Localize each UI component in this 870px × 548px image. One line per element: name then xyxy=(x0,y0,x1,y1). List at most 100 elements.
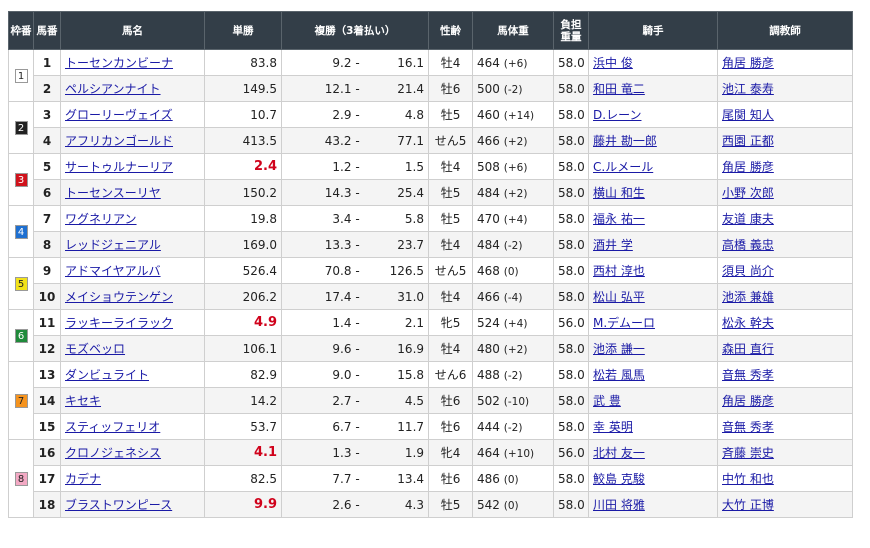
horse-link[interactable]: グローリーヴェイズ xyxy=(65,108,173,122)
trainer-link[interactable]: 中竹 和也 xyxy=(722,472,774,486)
trainer-link[interactable]: 音無 秀孝 xyxy=(722,368,774,382)
jockey-link[interactable]: 西村 淳也 xyxy=(593,264,645,278)
win-odds-cell: 9.9 xyxy=(204,491,282,518)
table-body: 1 1 トーセンカンビーナ 83.8 9.2-16.1 牡4 464 (+6) 58.0 浜中 … xyxy=(8,49,854,518)
trainer-cell: 角居 勝彦 xyxy=(717,153,854,180)
horse-link[interactable]: キセキ xyxy=(65,394,101,408)
jockey-link[interactable]: 酒井 学 xyxy=(593,238,633,252)
jockey-link[interactable]: 北村 友一 xyxy=(593,446,645,460)
place-odds-high: 77.1 xyxy=(361,127,430,154)
horse-link[interactable]: アドマイヤアルバ xyxy=(65,264,161,278)
horse-link[interactable]: トーセンカンビーナ xyxy=(65,56,173,70)
trainer-link[interactable]: 角居 勝彦 xyxy=(722,394,774,408)
trainer-link[interactable]: 高橋 義忠 xyxy=(722,238,774,252)
horse-link[interactable]: カデナ xyxy=(65,472,101,486)
jockey-link[interactable]: 松若 風馬 xyxy=(593,368,645,382)
place-odds-high: 31.0 xyxy=(361,283,430,310)
place-odds-high: 16.9 xyxy=(361,335,430,362)
win-odds-cell: 149.5 xyxy=(204,75,282,102)
header-burden-weight: 負担 重量 xyxy=(553,11,590,50)
trainer-link[interactable]: 須貝 尚介 xyxy=(722,264,774,278)
place-odds-separator: - xyxy=(353,257,362,284)
horse-link[interactable]: トーセンスーリヤ xyxy=(65,186,161,200)
win-odds-cell: 83.8 xyxy=(204,49,282,76)
horse-link[interactable]: ダンビュライト xyxy=(65,368,149,382)
burden-weight-cell: 58.0 xyxy=(553,205,590,232)
jockey-link[interactable]: 幸 英明 xyxy=(593,420,633,434)
burden-weight-cell: 58.0 xyxy=(553,465,590,492)
jockey-link[interactable]: 鮫島 克駿 xyxy=(593,472,645,486)
body-weight-cell: 470 (+4) xyxy=(472,205,555,232)
table-row: 2 3 グローリーヴェイズ 10.7 2.9-4.8 牡5 460 (+14) 58.0 D.レ… xyxy=(8,101,854,154)
win-odds-cell: 14.2 xyxy=(204,387,282,414)
body-weight: 542 xyxy=(477,497,500,512)
place-odds-separator: - xyxy=(353,75,362,102)
trainer-link[interactable]: 友道 康夫 xyxy=(722,212,774,226)
horse-link[interactable]: アフリカンゴールド xyxy=(65,134,173,148)
body-weight-cell: 484 (-2) xyxy=(472,231,555,258)
jockey-link[interactable]: 川田 将雅 xyxy=(593,498,645,512)
trainer-link[interactable]: 角居 勝彦 xyxy=(722,160,774,174)
trainer-link[interactable]: 池添 兼雄 xyxy=(722,290,774,304)
header-umaban: 馬番 xyxy=(33,11,61,50)
burden-weight-cell: 56.0 xyxy=(553,439,590,466)
jockey-link[interactable]: 和田 竜二 xyxy=(593,82,645,96)
jockey-link[interactable]: M.デムーロ xyxy=(593,316,655,330)
horse-cell: ラッキーライラック xyxy=(60,309,205,336)
horse-link[interactable]: ブラストワンピース xyxy=(65,498,172,512)
horse-link[interactable]: モズベッロ xyxy=(65,342,125,356)
waku-badge: 2 xyxy=(14,121,28,135)
trainer-link[interactable]: 尾関 知人 xyxy=(722,108,774,122)
jockey-link[interactable]: 松山 弘平 xyxy=(593,290,645,304)
trainer-link[interactable]: 音無 秀孝 xyxy=(722,420,774,434)
win-odds-cell: 4.1 xyxy=(204,439,282,466)
horse-link[interactable]: クロノジェネシス xyxy=(65,446,161,460)
jockey-link[interactable]: 浜中 俊 xyxy=(593,56,633,70)
win-odds: 19.8 xyxy=(250,211,277,226)
jockey-link[interactable]: 横山 和生 xyxy=(593,186,645,200)
jockey-cell: 横山 和生 xyxy=(588,179,719,206)
horse-link[interactable]: メイショウテンゲン xyxy=(65,290,173,304)
jockey-link[interactable]: D.レーン xyxy=(593,108,641,122)
body-weight-diff: (-2) xyxy=(503,83,523,96)
waku-badge: 8 xyxy=(14,472,28,486)
jockey-link[interactable]: 藤井 勘一郎 xyxy=(593,134,657,148)
trainer-link[interactable]: 小野 次郎 xyxy=(722,186,774,200)
trainer-link[interactable]: 松永 幹夫 xyxy=(722,316,774,330)
trainer-link[interactable]: 角居 勝彦 xyxy=(722,56,774,70)
win-odds-cell: 19.8 xyxy=(204,205,282,232)
trainer-link[interactable]: 斉藤 崇史 xyxy=(722,446,774,460)
horse-link[interactable]: ペルシアンナイト xyxy=(65,82,161,96)
horse-cell: グローリーヴェイズ xyxy=(60,101,205,128)
jockey-link[interactable]: C.ルメール xyxy=(593,160,653,174)
body-weight-diff: (+10) xyxy=(503,447,535,460)
trainer-cell: 音無 秀孝 xyxy=(717,413,854,440)
umaban-cell: 14 xyxy=(33,387,61,414)
body-weight-cell: 480 (+2) xyxy=(472,335,555,362)
place-odds-high: 25.4 xyxy=(361,179,430,206)
burden-weight-cell: 58.0 xyxy=(553,335,590,362)
horse-link[interactable]: ワグネリアン xyxy=(65,212,137,226)
waku-cell: 4 xyxy=(8,205,34,258)
umaban-cell: 6 xyxy=(33,179,61,206)
horse-link[interactable]: サートゥルナーリア xyxy=(65,160,173,174)
horse-link[interactable]: スティッフェリオ xyxy=(65,420,160,434)
jockey-link[interactable]: 武 豊 xyxy=(593,394,621,408)
place-odds-high: 4.8 xyxy=(361,101,430,128)
horse-link[interactable]: ラッキーライラック xyxy=(65,316,173,330)
jockey-link[interactable]: 池添 謙一 xyxy=(593,342,645,356)
body-weight-diff: (+2) xyxy=(503,343,528,356)
body-weight-cell: 500 (-2) xyxy=(472,75,555,102)
jockey-cell: 酒井 学 xyxy=(588,231,719,258)
trainer-link[interactable]: 森田 直行 xyxy=(722,342,774,356)
horse-link[interactable]: レッドジェニアル xyxy=(65,238,161,252)
jockey-link[interactable]: 福永 祐一 xyxy=(593,212,645,226)
trainer-link[interactable]: 池江 泰寿 xyxy=(722,82,774,96)
body-weight: 524 xyxy=(477,315,500,330)
trainer-link[interactable]: 大竹 正博 xyxy=(722,498,774,512)
trainer-link[interactable]: 西園 正都 xyxy=(722,134,774,148)
horse-cell: クロノジェネシス xyxy=(60,439,205,466)
body-weight: 464 xyxy=(477,445,500,460)
win-odds-cell: 10.7 xyxy=(204,101,282,128)
table-row: 14 キセキ 14.2 2.7-4.5 牡6 502 (-10) 58.0 武 豊角居 勝彦 xyxy=(9,387,854,414)
